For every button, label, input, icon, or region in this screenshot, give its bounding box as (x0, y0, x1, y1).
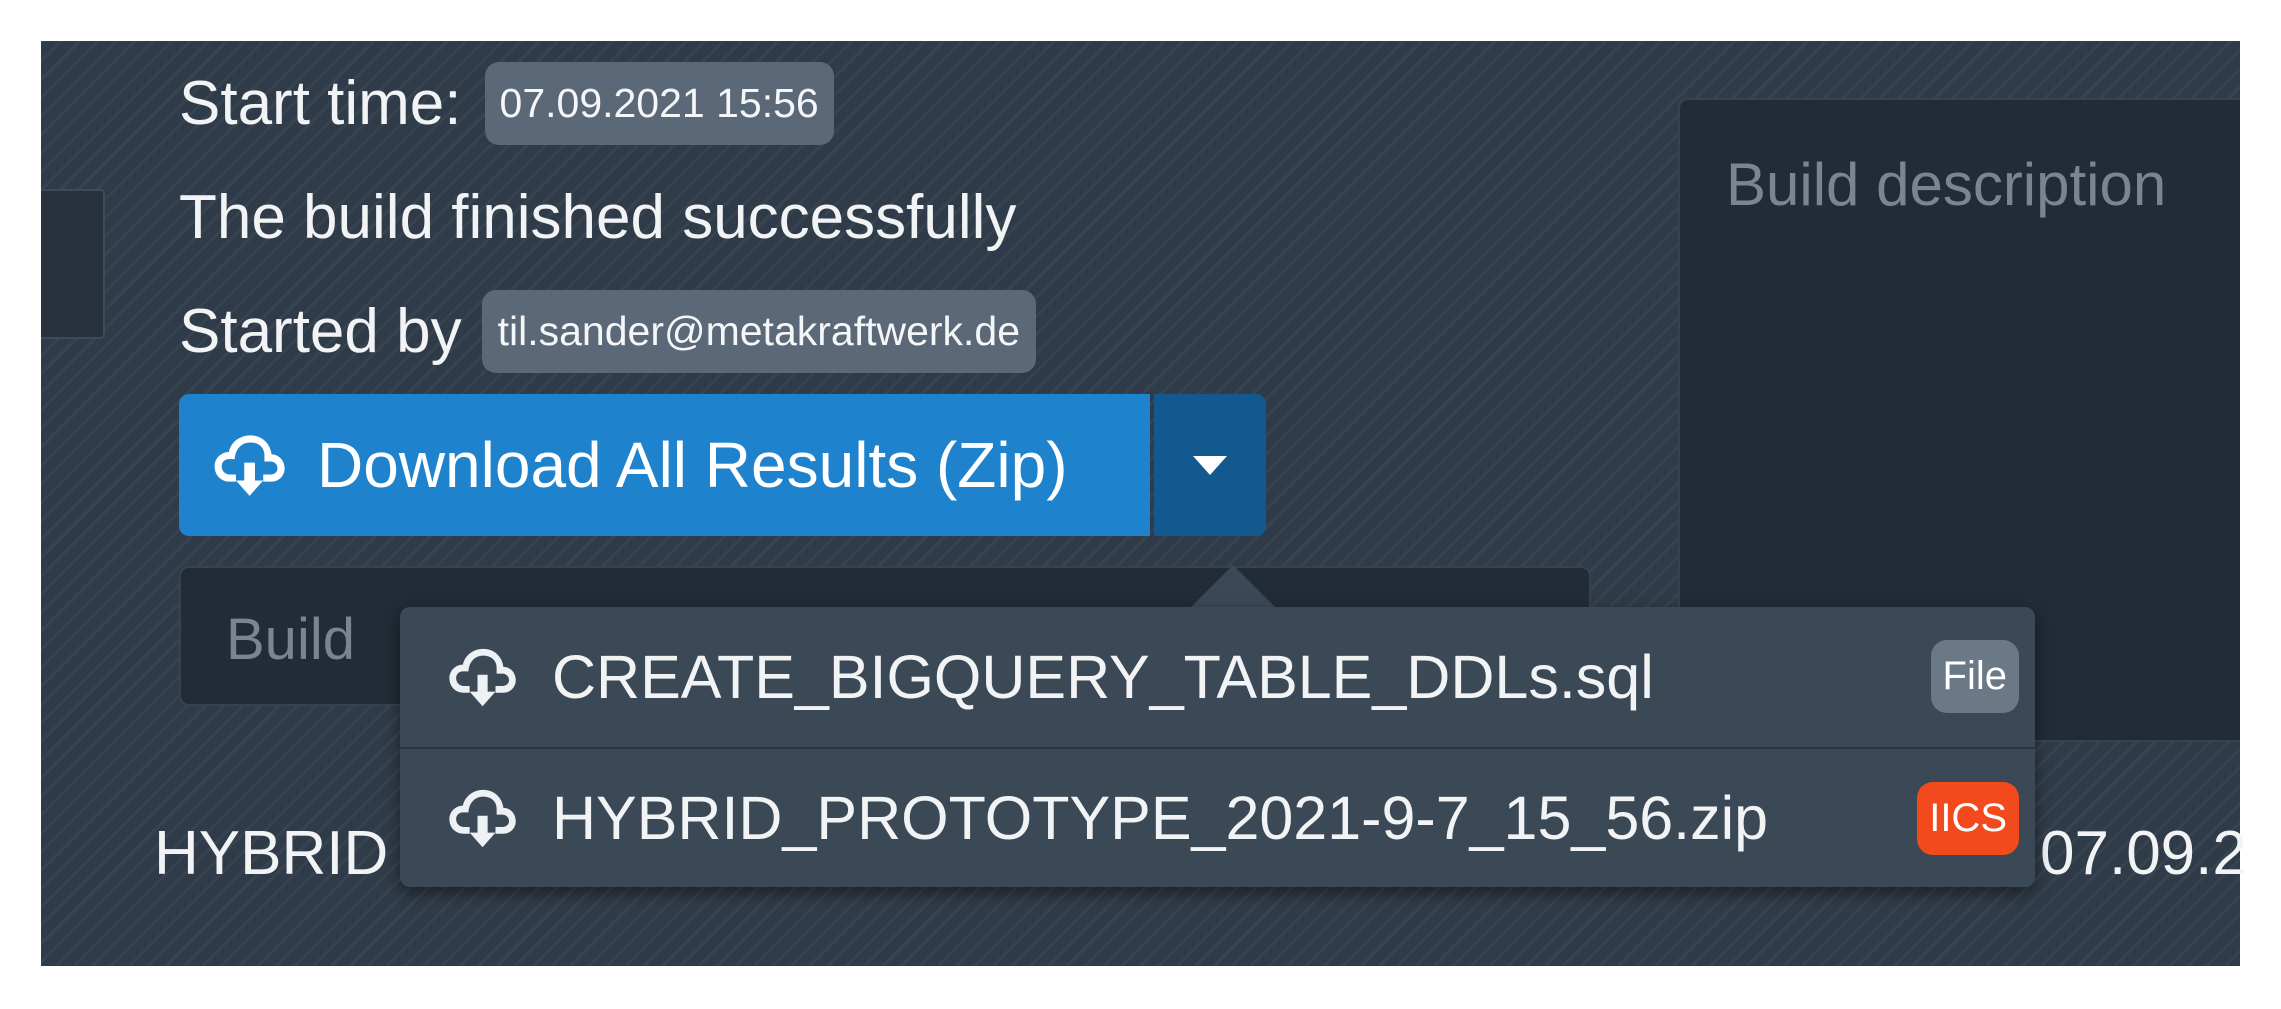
download-dropdown-menu: CREATE_BIGQUERY_TABLE_DDLs.sql File HYBR… (400, 607, 2035, 887)
dropdown-pointer (1190, 565, 1276, 608)
download-all-results-button[interactable]: Download All Results (Zip) (179, 394, 1150, 536)
caret-down-icon (1193, 455, 1227, 475)
start-time-label: Start time: (179, 69, 462, 138)
build-list-row-date: 07.09.2 (2040, 819, 2247, 888)
started-by-value: til.sander@metakraftwerk.de (481, 290, 1037, 373)
build-name-placeholder: Build (226, 607, 355, 672)
dropdown-item-sql-file[interactable]: CREATE_BIGQUERY_TABLE_DDLs.sql File (400, 607, 2035, 747)
started-by-label: Started by (179, 297, 462, 366)
build-status-text: The build finished successfully (179, 183, 1017, 252)
started-by-row: Started by til.sander@metakraftwerk.de (179, 290, 1037, 373)
cloud-download-icon (449, 789, 516, 848)
iics-type-badge: IICS (1917, 782, 2019, 855)
download-all-results-label: Download All Results (Zip) (317, 429, 1068, 501)
build-description-placeholder: Build description (1726, 151, 2167, 218)
dropdown-item-label: CREATE_BIGQUERY_TABLE_DDLs.sql (552, 643, 1654, 711)
cloud-download-icon (449, 648, 516, 707)
build-list-row-name: HYBRID (154, 819, 389, 888)
download-options-toggle[interactable] (1154, 394, 1266, 536)
file-type-badge: File (1930, 640, 2019, 713)
download-button-group: Download All Results (Zip) (179, 394, 1266, 536)
cloud-download-icon (214, 435, 285, 496)
start-time-row: Start time: 07.09.2021 15:56 (179, 62, 834, 145)
left-sidebar-edge (41, 189, 105, 339)
dropdown-item-label: HYBRID_PROTOTYPE_2021-9-7_15_56.zip (552, 784, 1769, 852)
start-time-value: 07.09.2021 15:56 (484, 62, 834, 145)
dropdown-item-zip-file[interactable]: HYBRID_PROTOTYPE_2021-9-7_15_56.zip IICS (400, 747, 2035, 887)
